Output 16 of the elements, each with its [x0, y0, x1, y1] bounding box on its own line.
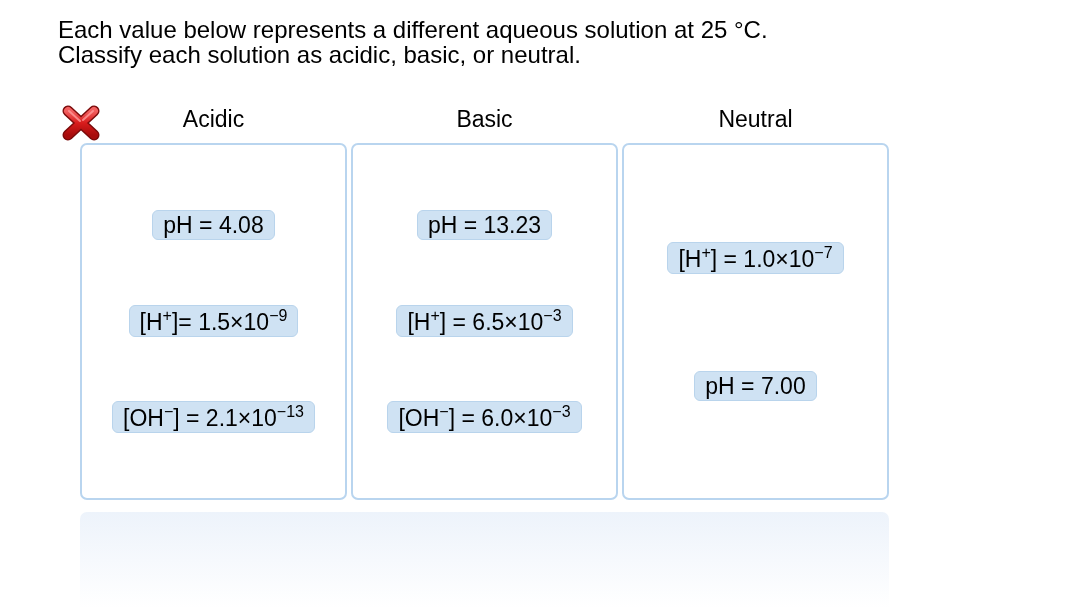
value-tile[interactable]: pH = 7.00: [694, 370, 817, 401]
value-tile[interactable]: pH = 4.08: [152, 209, 275, 240]
instruction-text: Each value below represents a different aqueous solution at 25 °C.: [58, 17, 768, 42]
value-tile[interactable]: [H$^{+}$] = 1.0×10$^{−7}$: [667, 242, 844, 274]
column-heading: Basic: [456, 107, 513, 132]
value-tile[interactable]: pH = 13.23: [416, 209, 553, 240]
column-heading: Acidic: [182, 107, 245, 132]
value-tile[interactable]: [H$^{+}$]= 1.5×10$^{−9}$: [128, 304, 299, 337]
value-tile[interactable]: [H$^{+}$] = 6.5×10$^{−3}$: [396, 304, 573, 337]
drop-zone[interactable]: pH = 13.23 [H$^{+}$] = 6.5×10$^{−3}$ [OH$^{−}$] = 6.0×10$^{−3}$: [351, 143, 618, 500]
drop-zone[interactable]: [H$^{+}$] = 1.0×10$^{−7}$ pH = 7.00: [622, 143, 889, 500]
value-tile[interactable]: [OH$^{−}$] = 2.1×10$^{−13}$: [112, 401, 315, 434]
instruction-text: Classify each solution as acidic, basic, or neutral.: [58, 42, 581, 67]
value-tile[interactable]: [OH$^{−}$] = 6.0×10$^{−3}$: [387, 401, 582, 434]
drop-zone[interactable]: pH = 4.08 [H$^{+}$]= 1.5×10$^{−9}$ [OH$^{−}$] = 2.1×10$^{−13}$: [80, 143, 347, 500]
column-heading: Neutral: [718, 107, 793, 132]
